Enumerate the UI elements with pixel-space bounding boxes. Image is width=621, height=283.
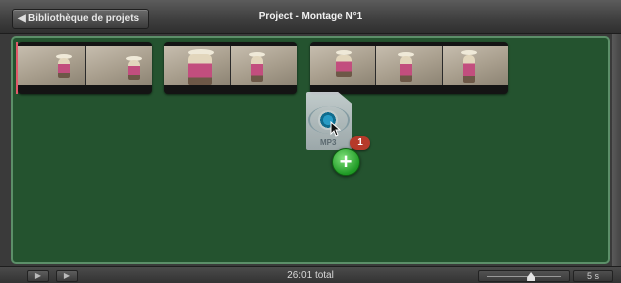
clip-frame [18,46,86,85]
file-extension-label: MP3 [320,138,337,147]
video-clip[interactable] [18,42,152,94]
project-browser[interactable] [11,36,610,264]
playhead[interactable] [16,42,18,94]
video-clip[interactable] [164,42,297,94]
clip-frame [442,46,508,85]
viewer-edge [612,34,621,266]
clip-frame [376,46,443,85]
drag-count-badge: 1 [350,136,370,150]
project-title: Project - Montage N°1 [258,11,363,22]
clip-frame [231,46,297,85]
zoom-slider-track [487,276,561,277]
mouse-cursor-icon [330,121,342,137]
title-bar: ◀ Bibliothèque de projets Project - Mont… [0,0,621,34]
zoom-slider-thumb[interactable] [527,272,536,281]
add-plus-icon: + [332,148,360,176]
zoom-slider[interactable] [478,270,570,282]
clip-frame [85,46,153,85]
clip-frame [310,46,377,85]
zoom-duration-label: 5 s [573,270,613,282]
video-clip[interactable] [310,42,508,94]
clip-frame [164,46,231,85]
bottom-toolbar: ▶ ▶ 26:01 total 5 s [0,266,621,283]
